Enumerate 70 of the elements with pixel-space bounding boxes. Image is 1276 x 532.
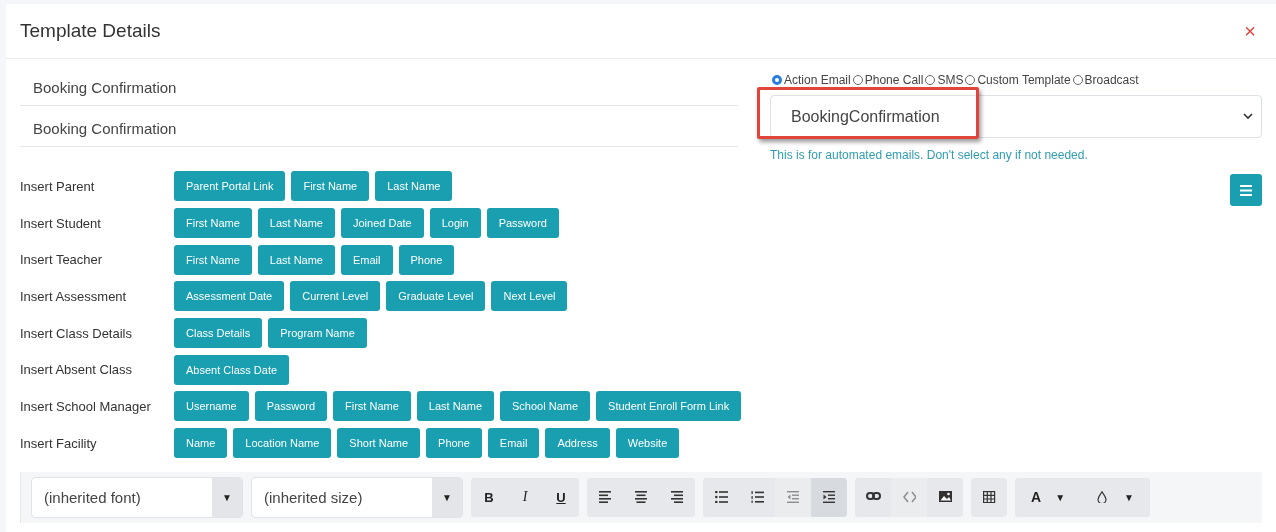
radio-option[interactable]: Broadcast: [1070, 73, 1139, 87]
group-label: Insert Class Details: [20, 325, 133, 341]
chevron-down-icon: [1243, 113, 1253, 120]
group-label: Insert Assessment: [20, 288, 128, 304]
radio-option[interactable]: Phone Call: [850, 73, 924, 87]
insert-button[interactable]: Short Name: [337, 428, 421, 459]
code-icon: [902, 491, 916, 503]
numbered-list-icon: [750, 491, 764, 503]
insert-button[interactable]: First Name: [333, 391, 411, 422]
insert-button[interactable]: Password: [254, 391, 328, 422]
insert-button[interactable]: Graduate Level: [386, 281, 486, 312]
insert-button[interactable]: Last Name: [375, 171, 453, 202]
insert-button[interactable]: Phone: [398, 244, 455, 275]
align-center-icon: [634, 491, 648, 503]
insert-button[interactable]: First Name: [291, 171, 370, 202]
radio-option[interactable]: Action Email: [770, 73, 851, 87]
insert-button[interactable]: Website: [615, 428, 680, 459]
insert-button[interactable]: Last Name: [257, 208, 335, 239]
insert-button[interactable]: Email: [487, 428, 540, 459]
indent-button[interactable]: [811, 477, 847, 517]
radio-option[interactable]: Custom Template: [963, 73, 1071, 87]
insert-button[interactable]: Username: [174, 391, 249, 422]
insert-button[interactable]: Last Name: [257, 244, 335, 275]
menu-button[interactable]: [1230, 174, 1262, 206]
radio-option[interactable]: SMS: [923, 73, 964, 87]
indent-icon: [822, 491, 836, 503]
caret-icon: ▼: [432, 477, 462, 517]
caret-icon: ▼: [1124, 491, 1134, 503]
insert-button[interactable]: Phone: [426, 428, 482, 459]
insert-button[interactable]: Password: [486, 208, 559, 239]
insert-button[interactable]: Class Details: [174, 318, 263, 349]
caret-icon: ▼: [1055, 491, 1066, 503]
dropdown-select[interactable]: (inherited size) ▼: [251, 476, 463, 518]
insert-button[interactable]: Program Name: [268, 318, 367, 349]
insert-button[interactable]: School Name: [500, 391, 591, 422]
link-icon: [865, 491, 881, 503]
menu-icon: [1240, 184, 1252, 196]
insert-button[interactable]: Joined Date: [341, 208, 424, 239]
insert-button[interactable]: Email: [341, 244, 393, 275]
caret-icon: ▼: [212, 477, 242, 517]
insert-button[interactable]: Next Level: [491, 281, 568, 312]
insert-button[interactable]: Current Level: [290, 281, 381, 312]
group-label: Insert Parent: [20, 178, 96, 194]
insert-button[interactable]: Assessment Date: [174, 281, 285, 312]
dropdown-select[interactable]: (inherited font) ▼: [31, 476, 243, 518]
insert-button[interactable]: Name: [174, 428, 228, 459]
insert-button[interactable]: Last Name: [416, 391, 495, 422]
insert-button[interactable]: First Name: [174, 244, 252, 275]
dialog-title: Template Details: [20, 20, 161, 42]
insert-button[interactable]: Location Name: [233, 428, 332, 459]
align-right-icon: [670, 491, 684, 503]
table-icon: [982, 491, 996, 503]
insert-button[interactable]: Parent Portal Link: [174, 171, 286, 202]
outdent-icon: [786, 491, 800, 503]
bullet-list-icon: [714, 491, 728, 503]
group-label: Insert Teacher: [20, 252, 104, 268]
insert-button[interactable]: Student Enroll Form Link: [596, 391, 742, 422]
insert-button[interactable]: Absent Class Date: [174, 354, 290, 385]
insert-button[interactable]: Login: [429, 208, 481, 239]
close-button[interactable]: ×: [1238, 19, 1262, 43]
image-icon: [938, 491, 952, 503]
insert-button[interactable]: First Name: [174, 208, 252, 239]
group-label: Insert School Manager: [20, 398, 152, 414]
group-label: Insert Absent Class: [20, 362, 133, 378]
hint-text: This is for automated emails. Don't select any if not needed.: [770, 148, 1089, 162]
align-left-icon: [598, 491, 612, 503]
group-label: Insert Facility: [20, 435, 98, 451]
group-label: Insert Student: [20, 215, 102, 231]
insert-button[interactable]: Address: [545, 428, 610, 459]
template-select[interactable]: BookingConfirmation: [770, 95, 1262, 138]
